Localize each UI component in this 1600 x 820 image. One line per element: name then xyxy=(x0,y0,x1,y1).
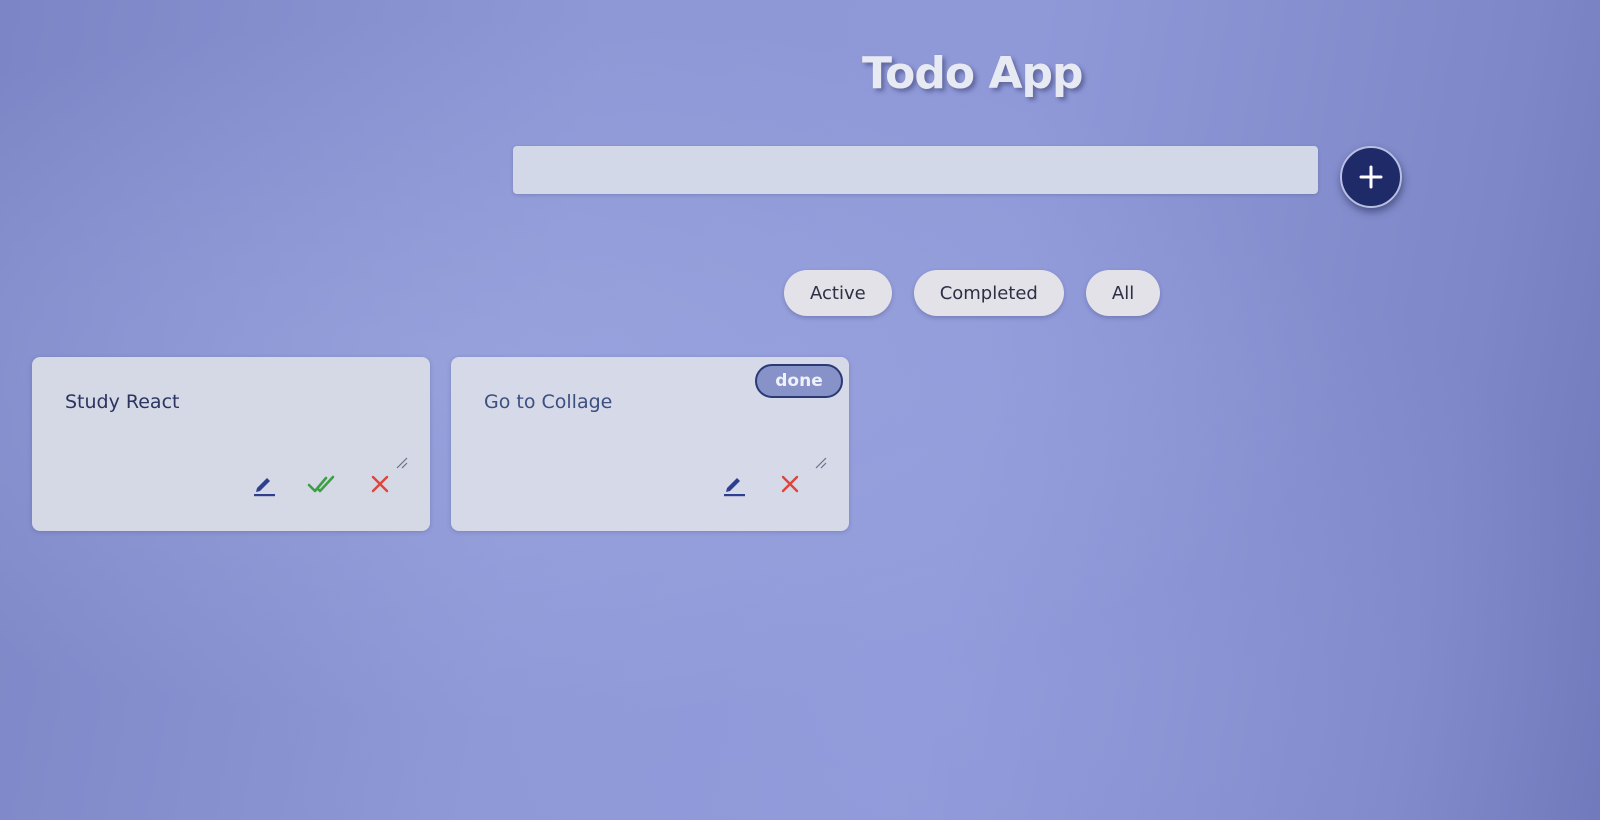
edit-icon xyxy=(254,478,275,497)
complete-todo-button[interactable] xyxy=(307,469,337,499)
close-icon xyxy=(371,475,389,493)
add-todo-button[interactable] xyxy=(1340,146,1402,208)
close-icon xyxy=(781,475,799,493)
todo-text: Go to Collage xyxy=(484,391,613,413)
filter-all-button[interactable]: All xyxy=(1085,270,1161,316)
delete-todo-button[interactable] xyxy=(365,469,395,499)
todo-card: Go to Collage done xyxy=(451,357,849,531)
plus-icon xyxy=(1359,165,1383,189)
edit-todo-button[interactable] xyxy=(249,469,279,499)
filter-bar: Active Completed All xyxy=(784,270,1161,316)
double-check-icon xyxy=(307,475,335,493)
edit-todo-button[interactable] xyxy=(719,469,749,499)
todo-card: Study React xyxy=(32,357,430,531)
resize-handle-icon[interactable] xyxy=(813,455,827,469)
resize-handle-icon[interactable] xyxy=(394,455,408,469)
delete-todo-button[interactable] xyxy=(775,469,805,499)
edit-icon xyxy=(724,478,745,497)
filter-active-button[interactable]: Active xyxy=(784,270,892,316)
todo-input[interactable] xyxy=(513,146,1318,194)
todo-text: Study React xyxy=(65,391,180,413)
app-title: Todo App xyxy=(862,48,1083,99)
filter-completed-button[interactable]: Completed xyxy=(913,270,1064,316)
done-badge: done xyxy=(755,364,843,398)
